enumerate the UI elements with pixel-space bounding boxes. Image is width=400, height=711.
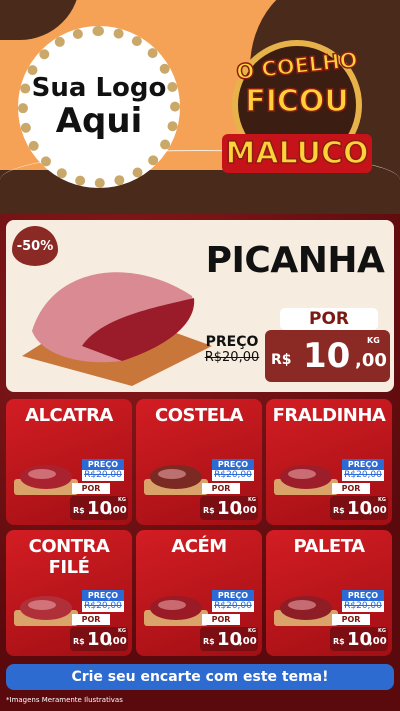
old-price: R$20,00 xyxy=(342,601,384,612)
price-dec: ,00 xyxy=(355,350,387,371)
product-name: PALETA xyxy=(293,536,365,557)
store-logo-placeholder: Sua Logo Aqui xyxy=(18,26,180,188)
unit: KG xyxy=(118,497,126,503)
old-price: R$20,00 xyxy=(204,350,260,365)
preco-label: PREÇO xyxy=(212,459,254,470)
preco-label: PREÇO xyxy=(82,459,124,470)
meat-icon xyxy=(14,465,78,495)
currency: R$ xyxy=(333,506,345,515)
unit: KG xyxy=(118,628,126,634)
currency: R$ xyxy=(203,637,215,646)
unit: KG xyxy=(378,628,386,634)
meat-icon xyxy=(144,596,208,626)
product-card[interactable]: ALCATRA PREÇO R$20,00 POR R$ 10,00 KG xyxy=(6,399,132,525)
product-name: COSTELA xyxy=(155,405,243,426)
preco-label: PREÇO xyxy=(342,590,384,601)
meat-icon xyxy=(274,465,338,495)
logo-line2: Aqui xyxy=(55,100,143,141)
unit: KG xyxy=(378,497,386,503)
price-int: 10 xyxy=(303,336,351,376)
discount-badge: -50% xyxy=(12,226,58,266)
brand-line3: MALUCO xyxy=(222,134,372,173)
por-label: POR xyxy=(72,614,110,625)
preco-label: PREÇO xyxy=(212,590,254,601)
product-card[interactable]: ACÉM PREÇO R$20,00 POR R$ 10,00 KG xyxy=(136,530,262,656)
flyer: Sua Logo Aqui O COELHO FICOU MALUCO -50%… xyxy=(0,0,400,711)
featured-name: PICANHA xyxy=(205,240,385,281)
old-price: R$20,00 xyxy=(342,470,384,481)
preco-label: PREÇO xyxy=(342,459,384,470)
meat-icon xyxy=(14,596,78,626)
product-price: R$ 10,00 KG xyxy=(330,496,388,520)
product-card[interactable]: CONTRA FILÉ PREÇO R$20,00 POR R$ 10,00 KG xyxy=(6,530,132,656)
product-price: R$ 10,00 KG xyxy=(70,496,128,520)
product-name: ALCATRA xyxy=(25,405,113,426)
product-price: R$ 10,00 KG xyxy=(330,627,388,651)
product-name: CONTRA FILÉ xyxy=(28,536,110,578)
price-dec: ,00 xyxy=(239,636,257,647)
product-price: R$ 10,00 KG xyxy=(200,627,258,651)
currency: R$ xyxy=(73,506,85,515)
product-card[interactable]: COSTELA PREÇO R$20,00 POR R$ 10,00 KG xyxy=(136,399,262,525)
meat-icon xyxy=(274,596,338,626)
product-name: ACÉM xyxy=(171,536,227,557)
por-label: POR xyxy=(332,483,370,494)
product-price: R$ 10,00 KG xyxy=(70,627,128,651)
currency: R$ xyxy=(333,637,345,646)
currency: R$ xyxy=(203,506,215,515)
brand-line2: FICOU xyxy=(244,83,349,120)
preco-label: PREÇO xyxy=(82,590,124,601)
por-label: POR xyxy=(332,614,370,625)
featured-old-price: PREÇO R$20,00 xyxy=(197,334,267,378)
logo-line1: Sua Logo xyxy=(31,73,167,103)
unit: KG xyxy=(367,336,380,345)
cta-banner[interactable]: Crie seu encarte com este tema! xyxy=(6,664,394,690)
old-price: R$20,00 xyxy=(82,601,124,612)
price-dec: ,00 xyxy=(239,505,257,516)
featured-price: R$ 10 ,00 KG xyxy=(265,330,390,382)
old-price: R$20,00 xyxy=(82,470,124,481)
unit: KG xyxy=(248,628,256,634)
old-price: R$20,00 xyxy=(212,470,254,481)
preco-label: PREÇO xyxy=(205,334,259,350)
por-label: POR xyxy=(202,614,240,625)
meat-icon xyxy=(144,465,208,495)
product-card[interactable]: PALETA PREÇO R$20,00 POR R$ 10,00 KG xyxy=(266,530,392,656)
header: Sua Logo Aqui O COELHO FICOU MALUCO xyxy=(0,0,400,220)
product-price: R$ 10,00 KG xyxy=(200,496,258,520)
currency: R$ xyxy=(271,352,292,368)
currency: R$ xyxy=(73,637,85,646)
old-price: R$20,00 xyxy=(212,601,254,612)
product-name: FRALDINHA xyxy=(272,405,386,426)
unit: KG xyxy=(248,497,256,503)
campaign-brand: O COELHO FICOU MALUCO xyxy=(212,30,382,190)
featured-por-label: POR xyxy=(280,308,378,330)
por-label: POR xyxy=(72,483,110,494)
product-card[interactable]: FRALDINHA PREÇO R$20,00 POR R$ 10,00 KG xyxy=(266,399,392,525)
footnote: *Imagens Meramente Ilustrativas xyxy=(6,696,123,704)
por-label: POR xyxy=(202,483,240,494)
price-dec: ,00 xyxy=(109,636,127,647)
price-dec: ,00 xyxy=(109,505,127,516)
price-dec: ,00 xyxy=(369,505,387,516)
price-dec: ,00 xyxy=(369,636,387,647)
